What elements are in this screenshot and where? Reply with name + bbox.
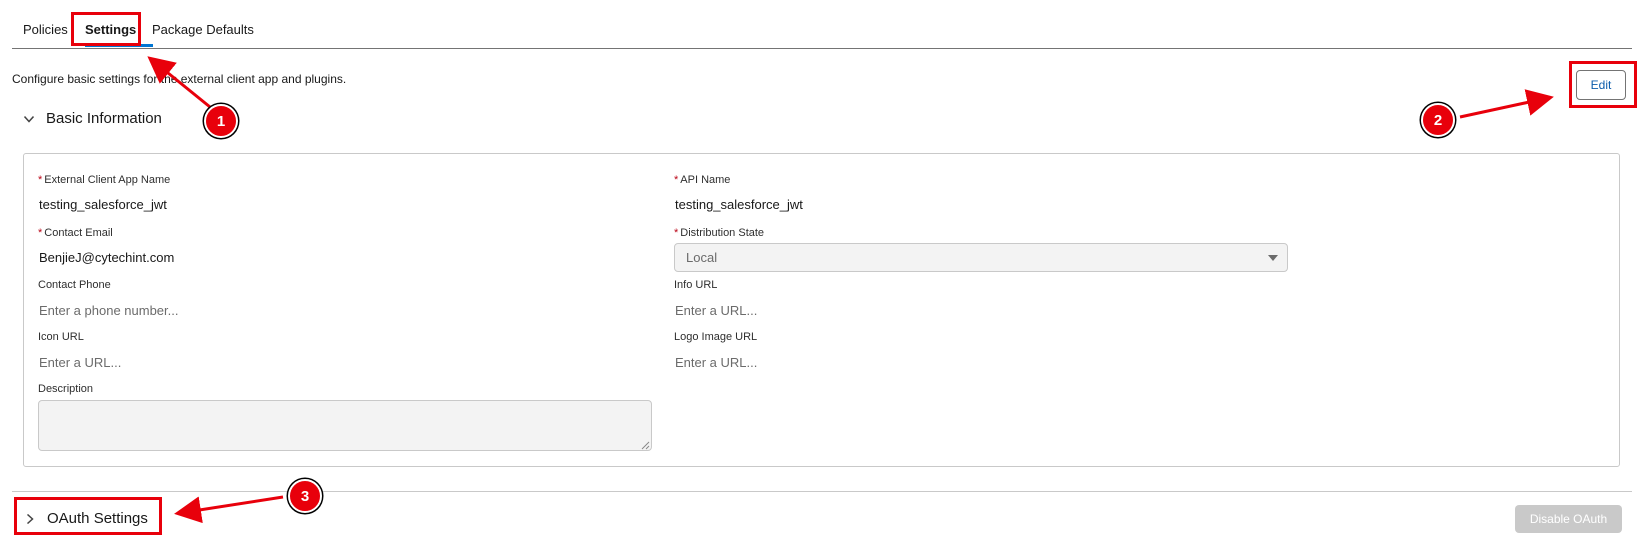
required-mark: *: [38, 227, 43, 239]
logo-url-label: Logo Image URL: [674, 331, 758, 343]
tab-settings[interactable]: Settings: [85, 22, 136, 37]
description-label: Description: [38, 383, 94, 395]
required-mark: *: [674, 227, 679, 239]
required-mark: *: [38, 174, 43, 186]
contact-phone-input[interactable]: [39, 301, 439, 319]
distribution-state-label: * Distribution State: [674, 227, 765, 239]
info-url-label: Info URL: [674, 279, 718, 291]
resize-grip-icon[interactable]: [640, 440, 650, 450]
logo-url-input[interactable]: [675, 353, 1075, 371]
disable-oauth-button[interactable]: Disable OAuth: [1515, 505, 1622, 533]
contact-phone-label: Contact Phone: [38, 279, 111, 291]
description-textarea[interactable]: [38, 400, 652, 451]
arrow-3: [174, 495, 284, 524]
annotation-badge-3: 3: [288, 479, 322, 513]
icon-url-label: Icon URL: [38, 331, 84, 343]
chevron-right-icon: [26, 513, 34, 524]
distribution-state-select[interactable]: Local: [674, 243, 1288, 272]
caret-down-icon: [1268, 255, 1278, 261]
tab-bar: Policies Settings Package Defaults: [12, 0, 1632, 49]
edit-button[interactable]: Edit: [1576, 70, 1626, 100]
required-mark: *: [674, 174, 679, 186]
app-name-value[interactable]: testing_salesforce_jwt: [39, 197, 167, 212]
annotation-badge-2: 2: [1421, 103, 1455, 137]
annotation-badge-1: 1: [204, 104, 238, 138]
page-description: Configure basic settings for the externa…: [12, 72, 347, 86]
info-url-input[interactable]: [675, 301, 1075, 319]
tab-package-defaults[interactable]: Package Defaults: [152, 22, 254, 37]
oauth-settings-title: OAuth Settings: [47, 510, 148, 527]
icon-url-input[interactable]: [39, 353, 439, 371]
api-name-label: * API Name: [674, 174, 731, 186]
section-divider: [12, 491, 1632, 492]
basic-information-title: Basic Information: [46, 110, 162, 127]
active-tab-indicator: [85, 44, 153, 47]
arrow-2: [1459, 89, 1554, 119]
chevron-down-icon: [24, 115, 34, 123]
basic-information-header[interactable]: Basic Information: [24, 110, 162, 127]
contact-email-label: * Contact Email: [38, 227, 113, 239]
tab-policies[interactable]: Policies: [23, 22, 68, 37]
app-name-label: * External Client App Name: [38, 174, 171, 186]
distribution-state-value: Local: [686, 250, 718, 265]
api-name-value[interactable]: testing_salesforce_jwt: [675, 197, 803, 212]
contact-email-value[interactable]: BenjieJ@cytechint.com: [39, 250, 174, 265]
oauth-settings-header[interactable]: OAuth Settings: [25, 510, 148, 527]
